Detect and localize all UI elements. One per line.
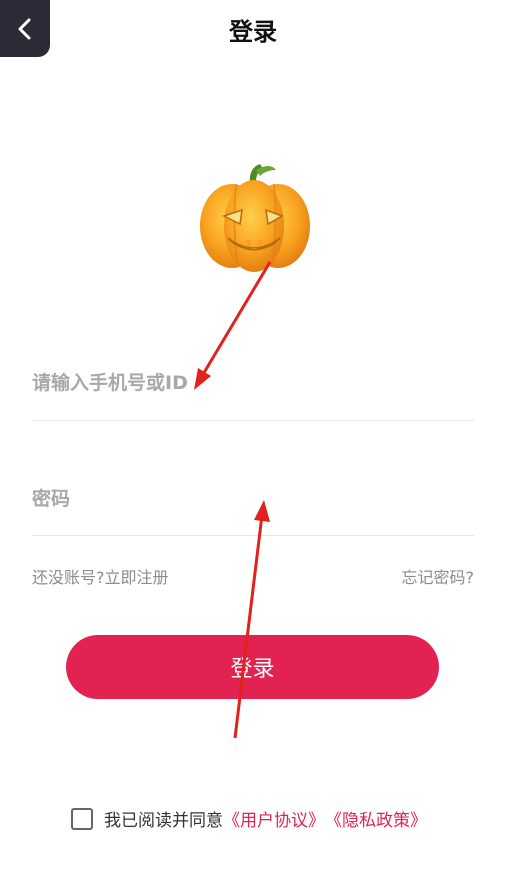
login-button[interactable]: 登录	[66, 635, 439, 699]
agreement-checkbox[interactable]	[71, 807, 93, 830]
forgot-password-link[interactable]: 忘记密码?	[402, 564, 475, 588]
annotation-arrows	[194, 261, 272, 739]
phone-field-container	[32, 372, 474, 421]
agreement-text: 我已阅读并同意	[104, 811, 223, 831]
register-link[interactable]: 还没账号?立即注册	[32, 564, 169, 588]
password-field-container	[32, 488, 474, 536]
agreement-row: 我已阅读并同意 《用户协议》 《隐私政策》	[71, 806, 427, 831]
privacy-policy-link[interactable]: 《隐私政策》	[325, 806, 427, 831]
pumpkin-logo-icon	[192, 158, 316, 278]
user-agreement-link[interactable]: 《用户协议》	[223, 806, 325, 831]
password-input[interactable]	[32, 488, 474, 510]
page-title: 登录	[229, 18, 277, 46]
phone-input[interactable]	[32, 372, 474, 394]
annotation-arrow	[233, 514, 264, 739]
annotation-arrow	[200, 261, 272, 377]
